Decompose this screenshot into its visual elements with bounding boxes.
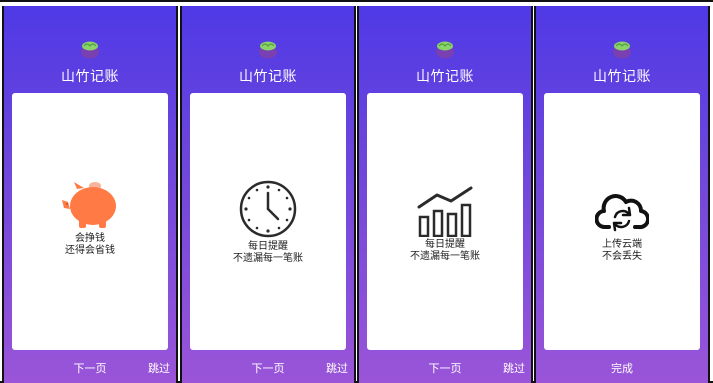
onboarding-screen-4: 山竹记账 上传云端 不会丢失 完成 <box>534 6 710 383</box>
skip-button[interactable]: 跳过 <box>503 360 525 376</box>
caption-line-1: 每日提醒 <box>248 241 288 252</box>
feature-caption: 每日提醒 不遗漏每一笔账 <box>190 241 346 265</box>
feature-card: 每日提醒 不遗漏每一笔账 <box>190 93 346 350</box>
piggy-bank-icon <box>62 182 116 228</box>
caption-line-1: 上传云端 <box>602 239 642 250</box>
feature-caption: 上传云端 不会丢失 <box>544 239 700 263</box>
onboarding-screen-3: 山竹记账 每日提醒 不遗漏每一笔账 下一页 跳过 <box>357 6 533 383</box>
bottom-bar: 下一页 跳过 <box>182 351 354 383</box>
mangosteen-logo-icon <box>436 41 454 59</box>
next-page-button[interactable]: 下一页 <box>74 360 107 376</box>
caption-line-2: 还得会省钱 <box>65 245 115 256</box>
feature-card: 每日提醒 不遗漏每一笔账 <box>367 93 523 350</box>
caption-line-1: 每日提醒 <box>425 239 465 250</box>
onboarding-screen-2: 山竹记账 每日提醒 不遗漏每一笔账 下一页 跳过 <box>180 6 356 383</box>
feature-card: 会挣钱 还得会省钱 <box>12 93 168 350</box>
bottom-bar: 下一页 跳过 <box>359 351 531 383</box>
clock-icon <box>239 180 297 238</box>
feature-caption: 每日提醒 不遗漏每一笔账 <box>367 239 523 263</box>
feature-caption: 会挣钱 还得会省钱 <box>12 233 168 257</box>
skip-button[interactable]: 跳过 <box>148 360 170 376</box>
app-title: 山竹记账 <box>593 69 651 85</box>
app-title: 山竹记账 <box>239 69 297 85</box>
mangosteen-logo-icon <box>259 41 277 59</box>
bottom-bar: 下一页 跳过 <box>4 351 176 383</box>
cloud-sync-icon <box>595 194 649 232</box>
caption-line-2: 不遗漏每一笔账 <box>410 251 480 262</box>
next-page-button[interactable]: 下一页 <box>252 360 285 376</box>
mangosteen-logo-icon <box>613 41 631 59</box>
next-page-button[interactable]: 下一页 <box>429 360 462 376</box>
feature-card: 上传云端 不会丢失 <box>544 93 700 350</box>
onboarding-screens: 山竹记账 会挣钱 还得会省钱 下一页 跳过 山竹记账 每日提醒 不遗漏每一笔账 … <box>0 0 713 383</box>
caption-line-2: 不会丢失 <box>602 251 642 262</box>
bottom-bar: 完成 <box>536 351 708 383</box>
onboarding-screen-1: 山竹记账 会挣钱 还得会省钱 下一页 跳过 <box>2 6 178 383</box>
app-title: 山竹记账 <box>61 69 119 85</box>
caption-line-1: 会挣钱 <box>75 233 105 244</box>
growth-chart-icon <box>417 186 473 237</box>
mangosteen-logo-icon <box>81 41 99 59</box>
app-title: 山竹记账 <box>416 69 474 85</box>
caption-line-2: 不遗漏每一笔账 <box>233 253 303 264</box>
done-button[interactable]: 完成 <box>611 360 633 376</box>
skip-button[interactable]: 跳过 <box>326 360 348 376</box>
